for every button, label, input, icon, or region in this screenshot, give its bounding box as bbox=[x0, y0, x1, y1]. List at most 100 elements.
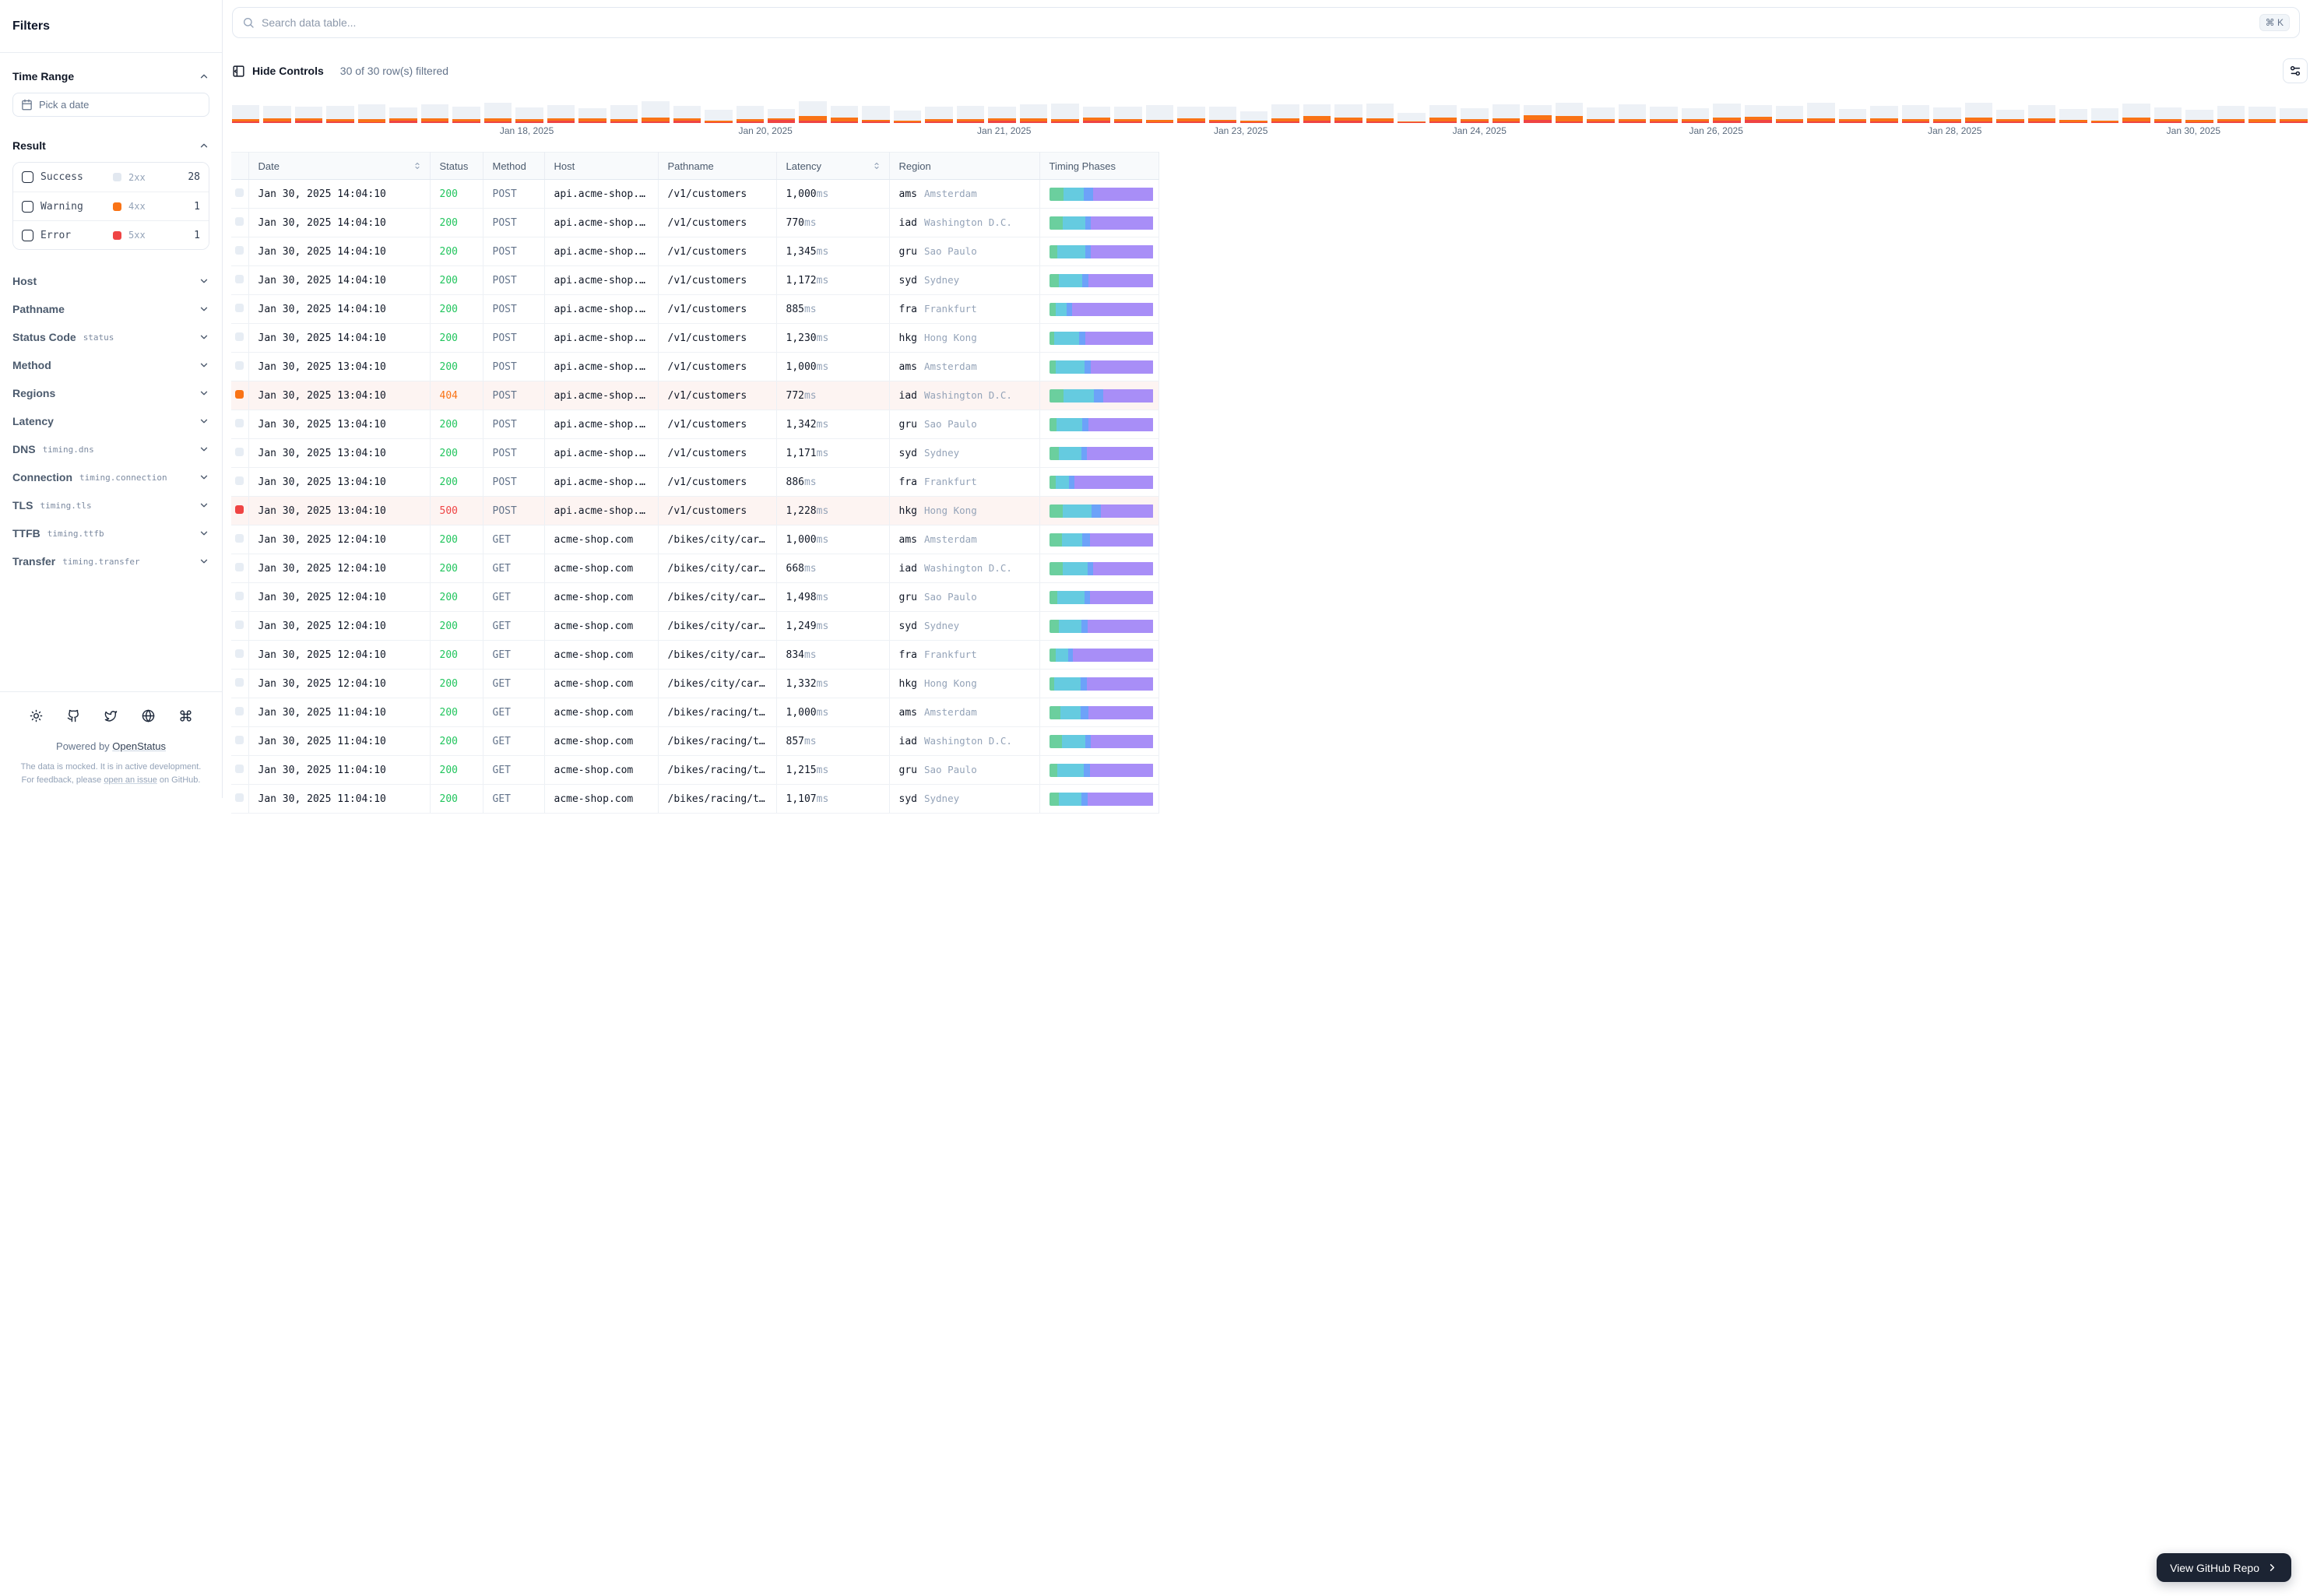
result-option-success[interactable]: Success 2xx 28 bbox=[13, 163, 209, 192]
histogram-bar[interactable] bbox=[642, 101, 670, 123]
histogram-bar[interactable] bbox=[326, 106, 354, 123]
table-row[interactable]: Jan 30, 2025 11:04:10 200 GET acme-shop.com… bbox=[231, 784, 1159, 814]
histogram-bar[interactable] bbox=[1807, 103, 1835, 123]
histogram-bar[interactable] bbox=[1366, 104, 1394, 123]
column-header-method[interactable]: Method bbox=[483, 152, 545, 180]
histogram-bar[interactable] bbox=[263, 106, 291, 123]
histogram-bar[interactable] bbox=[578, 108, 606, 123]
table-row[interactable]: Jan 30, 2025 13:04:10 404 POST api.acme-sho… bbox=[231, 381, 1159, 410]
openstatus-link[interactable]: OpenStatus bbox=[112, 740, 166, 752]
result-option-warning[interactable]: Warning 4xx 1 bbox=[13, 192, 209, 220]
result-option-error[interactable]: Error 5xx 1 bbox=[13, 220, 209, 249]
table-row[interactable]: Jan 30, 2025 13:04:10 200 POST api.acme-sho… bbox=[231, 467, 1159, 497]
view-settings-button[interactable] bbox=[2283, 58, 2308, 83]
histogram-bar[interactable] bbox=[1524, 105, 1552, 123]
table-row[interactable]: Jan 30, 2025 14:04:10 200 POST api.acme-sho… bbox=[231, 208, 1159, 237]
histogram-bar[interactable] bbox=[1398, 113, 1426, 123]
histogram-bar[interactable] bbox=[1429, 105, 1457, 123]
column-header-date[interactable]: Date bbox=[248, 152, 431, 180]
time-range-header[interactable]: Time Range bbox=[12, 70, 209, 83]
histogram-bar[interactable] bbox=[893, 111, 922, 123]
histogram-bar[interactable] bbox=[1650, 107, 1678, 123]
sidebar-filter-latency[interactable]: Latency bbox=[12, 407, 209, 435]
histogram-bar[interactable] bbox=[1019, 104, 1048, 123]
histogram-bar[interactable] bbox=[452, 107, 480, 123]
histogram-bar[interactable] bbox=[2185, 110, 2213, 123]
histogram-bar[interactable] bbox=[1240, 111, 1268, 123]
histogram-bar[interactable] bbox=[830, 106, 859, 123]
hide-controls-button[interactable]: Hide Controls bbox=[232, 65, 324, 78]
histogram-bar[interactable] bbox=[767, 109, 796, 123]
view-github-repo-button[interactable]: View GitHub Repo bbox=[2157, 1553, 2291, 1582]
histogram-bar[interactable] bbox=[2217, 106, 2245, 123]
histogram-bar[interactable] bbox=[1177, 107, 1205, 123]
sidebar-filter-regions[interactable]: Regions bbox=[12, 379, 209, 407]
command-icon[interactable] bbox=[179, 709, 192, 722]
table-row[interactable]: Jan 30, 2025 13:04:10 200 POST api.acme-sho… bbox=[231, 352, 1159, 381]
sidebar-filter-status-code[interactable]: Status Code status bbox=[12, 323, 209, 351]
histogram-bar[interactable] bbox=[1208, 107, 1236, 123]
histogram-bar[interactable] bbox=[1901, 105, 1930, 123]
histogram-bar[interactable] bbox=[1461, 108, 1489, 123]
histogram-bar[interactable] bbox=[1933, 107, 1961, 123]
column-header-latency[interactable]: Latency bbox=[776, 152, 890, 180]
histogram-bar[interactable] bbox=[1713, 104, 1741, 123]
sidebar-filter-connection[interactable]: Connection timing.connection bbox=[12, 463, 209, 491]
table-row[interactable]: Jan 30, 2025 12:04:10 200 GET acme-shop.com… bbox=[231, 525, 1159, 554]
histogram-bar[interactable] bbox=[2027, 105, 2056, 123]
sidebar-filter-method[interactable]: Method bbox=[12, 351, 209, 379]
histogram-bar[interactable] bbox=[2280, 108, 2308, 123]
table-row[interactable]: Jan 30, 2025 12:04:10 200 GET acme-shop.com… bbox=[231, 669, 1159, 698]
result-header[interactable]: Result bbox=[12, 139, 209, 152]
table-row[interactable]: Jan 30, 2025 13:04:10 200 POST api.acme-sho… bbox=[231, 410, 1159, 439]
table-row[interactable]: Jan 30, 2025 12:04:10 200 GET acme-shop.com… bbox=[231, 611, 1159, 641]
globe-icon[interactable] bbox=[142, 709, 155, 722]
table-row[interactable]: Jan 30, 2025 14:04:10 200 POST api.acme-sho… bbox=[231, 179, 1159, 209]
histogram-bar[interactable] bbox=[705, 110, 733, 123]
histogram-bar[interactable] bbox=[1334, 104, 1362, 123]
table-row[interactable]: Jan 30, 2025 11:04:10 200 GET acme-shop.com… bbox=[231, 755, 1159, 785]
histogram-bar[interactable] bbox=[483, 103, 512, 123]
checkbox[interactable] bbox=[22, 200, 33, 213]
histogram-bar[interactable] bbox=[1838, 109, 1867, 123]
histogram-bar[interactable] bbox=[1587, 107, 1615, 123]
table-row[interactable]: Jan 30, 2025 13:04:10 500 POST api.acme-sho… bbox=[231, 496, 1159, 526]
histogram-bar[interactable] bbox=[389, 107, 417, 123]
histogram-bar[interactable] bbox=[673, 106, 701, 123]
histogram-bar[interactable] bbox=[799, 101, 827, 123]
histogram-bar[interactable] bbox=[1681, 108, 1710, 123]
histogram-bar[interactable] bbox=[1775, 106, 1804, 123]
histogram-bar[interactable] bbox=[2059, 109, 2087, 123]
search-input[interactable] bbox=[262, 16, 2252, 29]
sidebar-filter-ttfb[interactable]: TTFB timing.ttfb bbox=[12, 519, 209, 547]
histogram-bar[interactable] bbox=[1051, 104, 1079, 123]
table-row[interactable]: Jan 30, 2025 12:04:10 200 GET acme-shop.com… bbox=[231, 554, 1159, 583]
histogram-bar[interactable] bbox=[2248, 107, 2277, 123]
sidebar-filter-dns[interactable]: DNS timing.dns bbox=[12, 435, 209, 463]
histogram-bar[interactable] bbox=[515, 107, 543, 123]
histogram-bar[interactable] bbox=[1271, 104, 1299, 123]
histogram-bar[interactable] bbox=[1996, 110, 2024, 123]
column-header-timing-phases[interactable]: Timing Phases bbox=[1039, 152, 1159, 180]
table-row[interactable]: Jan 30, 2025 13:04:10 200 POST api.acme-sho… bbox=[231, 438, 1159, 468]
histogram-bar[interactable] bbox=[357, 104, 386, 123]
histogram-bar[interactable] bbox=[1145, 105, 1174, 123]
histogram-bar[interactable] bbox=[420, 104, 449, 123]
histogram-bar[interactable] bbox=[1082, 107, 1111, 123]
table-row[interactable]: Jan 30, 2025 12:04:10 200 GET acme-shop.com… bbox=[231, 582, 1159, 612]
table-row[interactable]: Jan 30, 2025 12:04:10 200 GET acme-shop.com… bbox=[231, 640, 1159, 670]
histogram-bar[interactable] bbox=[736, 106, 764, 123]
sidebar-filter-transfer[interactable]: Transfer timing.transfer bbox=[12, 547, 209, 575]
checkbox[interactable] bbox=[22, 171, 33, 183]
date-picker-button[interactable]: Pick a date bbox=[12, 93, 209, 117]
histogram-bar[interactable] bbox=[956, 106, 985, 123]
histogram-bar[interactable] bbox=[547, 105, 575, 123]
histogram-bar[interactable] bbox=[1114, 107, 1142, 123]
histogram-bar[interactable] bbox=[1303, 104, 1331, 123]
histogram-bar[interactable] bbox=[2154, 107, 2182, 123]
column-header-pathname[interactable]: Pathname bbox=[658, 152, 777, 180]
table-row[interactable]: Jan 30, 2025 14:04:10 200 POST api.acme-sho… bbox=[231, 323, 1159, 353]
checkbox[interactable] bbox=[22, 229, 33, 241]
histogram-bar[interactable] bbox=[1744, 105, 1772, 123]
column-header-host[interactable]: Host bbox=[544, 152, 659, 180]
